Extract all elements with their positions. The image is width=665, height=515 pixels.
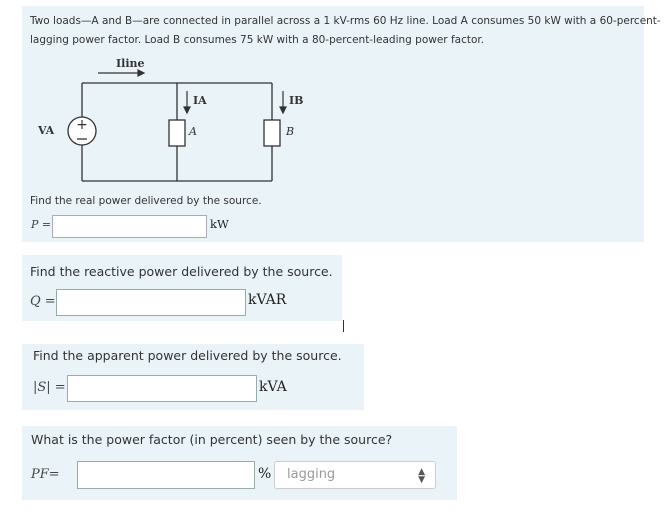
q1-label: P = xyxy=(31,218,52,231)
load-b-box xyxy=(263,119,281,147)
q1-prompt: Find the real power delivered by the sou… xyxy=(30,195,262,207)
apparent-power-input[interactable] xyxy=(67,375,257,402)
q2-unit: kVAR xyxy=(248,292,287,308)
text-cursor xyxy=(343,320,344,332)
q1-unit: kW xyxy=(210,217,229,231)
q3-unit: kVA xyxy=(259,379,287,395)
power-factor-input[interactable] xyxy=(77,461,255,489)
svg-text:+: + xyxy=(76,117,88,133)
q3-label: |S| = xyxy=(33,380,66,395)
q4-label: PF= xyxy=(31,467,60,482)
q4-unit: % xyxy=(258,466,272,482)
i-line-text: Iline xyxy=(116,57,145,70)
load-a-box xyxy=(168,119,186,147)
load-b-label: B xyxy=(286,125,295,138)
q2-label: Q = xyxy=(30,294,56,309)
reactive-power-input[interactable] xyxy=(56,289,246,316)
problem-text-line2: lagging power factor. Load B consumes 75… xyxy=(30,34,485,46)
q2-prompt: Find the reactive power delivered by the… xyxy=(30,264,333,279)
chevron-updown-icon: ▲ ▼ xyxy=(418,467,425,485)
real-power-input[interactable] xyxy=(52,215,207,238)
q4-prompt: What is the power factor (in percent) se… xyxy=(31,432,393,447)
load-a-label: A xyxy=(189,125,197,138)
q3-prompt: Find the apparent power delivered by the… xyxy=(33,348,342,363)
va-label: VA xyxy=(38,124,55,137)
ia-label: IA xyxy=(193,94,207,107)
i-line-label: Iline xyxy=(116,57,145,70)
problem-text-line1: Two loads—A and B—are connected in paral… xyxy=(30,15,661,27)
lagging-leading-select[interactable]: lagging ▲ ▼ xyxy=(274,461,436,489)
ib-label: IB xyxy=(289,94,304,107)
select-value: lagging xyxy=(287,467,336,482)
circuit-diagram: + xyxy=(67,69,287,182)
